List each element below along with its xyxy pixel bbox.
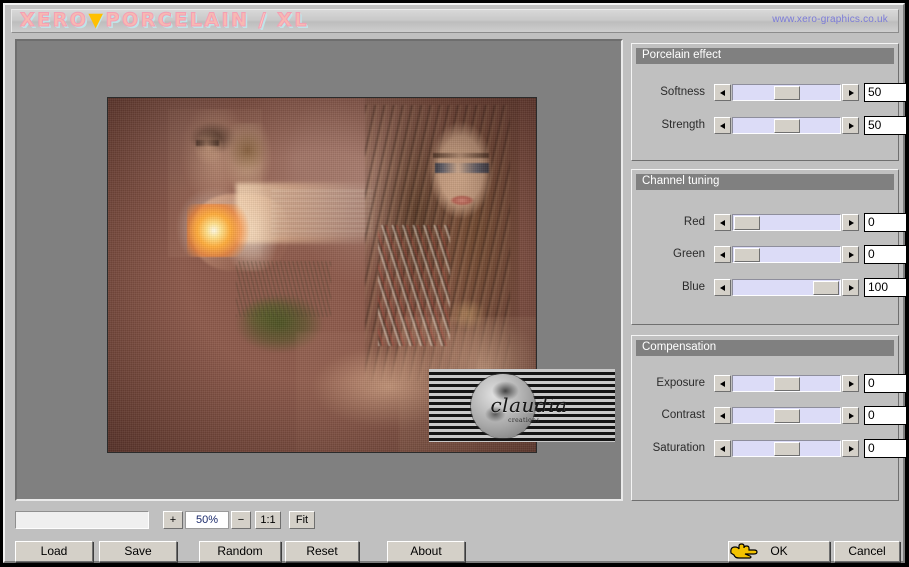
slider-track[interactable] xyxy=(732,84,841,101)
brand-mid: PORCELAIN xyxy=(105,9,250,32)
slider-track[interactable] xyxy=(732,407,841,424)
slider-increment-icon[interactable] xyxy=(842,407,859,424)
slider-increment-icon[interactable] xyxy=(842,246,859,263)
slider-increment-icon[interactable] xyxy=(842,214,859,231)
slider-row-green: Green 0 xyxy=(632,245,907,264)
slider-decrement-icon[interactable] xyxy=(714,214,731,231)
slider-increment-icon[interactable] xyxy=(842,375,859,392)
slider-row-red: Red 0 xyxy=(632,213,907,232)
slider-thumb[interactable] xyxy=(773,119,800,133)
slider-label-strength: Strength xyxy=(661,119,705,131)
slider-increment-icon[interactable] xyxy=(842,84,859,101)
slider-label-red: Red xyxy=(683,216,705,228)
slider-label-blue: Blue xyxy=(681,281,705,293)
reset-button[interactable]: Reset xyxy=(285,541,359,562)
slider-value-contrast[interactable]: 0 xyxy=(864,406,907,425)
slider-thumb[interactable] xyxy=(773,377,800,391)
slider-row-exposure: Exposure 0 xyxy=(632,374,907,393)
zoom-out-button[interactable]: − xyxy=(231,511,251,529)
slider-thumb[interactable] xyxy=(773,86,800,100)
zoom-in-button[interactable]: + xyxy=(163,511,183,529)
slider-exposure[interactable] xyxy=(714,375,859,393)
slider-track[interactable] xyxy=(732,279,841,296)
brand-prefix: XERO xyxy=(19,9,89,32)
slider-green[interactable] xyxy=(714,246,859,264)
slider-thumb[interactable] xyxy=(734,216,760,230)
group-title: Porcelain effect xyxy=(636,48,894,64)
slider-increment-icon[interactable] xyxy=(842,117,859,134)
slider-decrement-icon[interactable] xyxy=(714,117,731,134)
slider-softness[interactable] xyxy=(714,84,859,102)
slider-track[interactable] xyxy=(732,375,841,392)
slider-decrement-icon[interactable] xyxy=(714,375,731,392)
group-channel-tuning: Channel tuning Red 0 Green 0 Blue 100 xyxy=(631,169,907,325)
slider-decrement-icon[interactable] xyxy=(714,279,731,296)
slider-track[interactable] xyxy=(732,246,841,263)
zoom-toolbar: + 50% − 1:1 Fit xyxy=(15,509,623,533)
brand-slash: / xyxy=(258,9,269,32)
website-url[interactable]: www.xero-graphics.co.uk xyxy=(772,14,888,25)
title-bar: XERO▼PORCELAIN / XL www.xero-graphics.co… xyxy=(11,9,899,33)
slider-red[interactable] xyxy=(714,214,859,232)
watermark-name: claudia xyxy=(490,393,568,417)
group-title: Channel tuning xyxy=(636,174,894,190)
watermark-subtitle: creations xyxy=(508,417,540,424)
random-button[interactable]: Random xyxy=(199,541,281,562)
slider-value-exposure[interactable]: 0 xyxy=(864,374,907,393)
slider-track[interactable] xyxy=(732,440,841,457)
slider-increment-icon[interactable] xyxy=(842,279,859,296)
image-preview-canvas[interactable]: claudia creations xyxy=(15,39,623,501)
slider-decrement-icon[interactable] xyxy=(714,84,731,101)
slider-label-exposure: Exposure xyxy=(656,377,705,389)
app-brand: XERO▼PORCELAIN / XL xyxy=(19,9,309,32)
progress-bar xyxy=(15,511,149,529)
slider-label-green: Green xyxy=(673,248,705,260)
load-button[interactable]: Load xyxy=(15,541,93,562)
zoom-fit-button[interactable]: Fit xyxy=(289,511,315,529)
slider-thumb[interactable] xyxy=(734,248,760,262)
slider-row-saturation: Saturation 0 xyxy=(632,439,907,458)
slider-thumb[interactable] xyxy=(773,409,800,423)
porcelain-xl-window: XERO▼PORCELAIN / XL www.xero-graphics.co… xyxy=(0,0,909,567)
slider-decrement-icon[interactable] xyxy=(714,407,731,424)
slider-label-softness: Softness xyxy=(660,86,705,98)
cancel-button[interactable]: Cancel xyxy=(834,541,900,562)
slider-increment-icon[interactable] xyxy=(842,440,859,457)
slider-decrement-icon[interactable] xyxy=(714,440,731,457)
brand-suffix: XL xyxy=(277,9,309,32)
slider-strength[interactable] xyxy=(714,117,859,135)
slider-thumb[interactable] xyxy=(813,281,839,295)
slider-value-strength[interactable]: 50 xyxy=(864,116,907,135)
slider-decrement-icon[interactable] xyxy=(714,246,731,263)
slider-contrast[interactable] xyxy=(714,407,859,425)
slider-value-softness[interactable]: 50 xyxy=(864,83,907,102)
group-title: Compensation xyxy=(636,340,894,356)
slider-row-softness: Softness 50 xyxy=(632,83,907,102)
slider-saturation[interactable] xyxy=(714,440,859,458)
slider-row-blue: Blue 100 xyxy=(632,278,907,297)
slider-value-saturation[interactable]: 0 xyxy=(864,439,907,458)
ok-button[interactable]: OK xyxy=(728,541,830,562)
save-button[interactable]: Save xyxy=(99,541,177,562)
slider-thumb[interactable] xyxy=(773,442,800,456)
slider-track[interactable] xyxy=(732,214,841,231)
slider-value-blue[interactable]: 100 xyxy=(864,278,907,297)
triangle-icon: ▼ xyxy=(88,9,106,31)
slider-label-saturation: Saturation xyxy=(652,442,705,454)
slider-value-green[interactable]: 0 xyxy=(864,245,907,264)
window-inner: XERO▼PORCELAIN / XL www.xero-graphics.co… xyxy=(3,3,907,563)
group-porcelain-effect: Porcelain effect Softness 50 Strength 50 xyxy=(631,43,907,161)
zoom-level-value[interactable]: 50% xyxy=(185,511,229,529)
slider-track[interactable] xyxy=(732,117,841,134)
slider-blue[interactable] xyxy=(714,279,859,297)
group-compensation: Compensation Exposure 0 Contrast 0 Satur… xyxy=(631,335,907,501)
claudia-watermark: claudia creations xyxy=(429,369,615,442)
slider-row-contrast: Contrast 0 xyxy=(632,406,907,425)
slider-label-contrast: Contrast xyxy=(661,409,705,421)
slider-row-strength: Strength 50 xyxy=(632,116,907,135)
zoom-actual-size-button[interactable]: 1:1 xyxy=(255,511,281,529)
about-button[interactable]: About xyxy=(387,541,465,562)
slider-value-red[interactable]: 0 xyxy=(864,213,907,232)
